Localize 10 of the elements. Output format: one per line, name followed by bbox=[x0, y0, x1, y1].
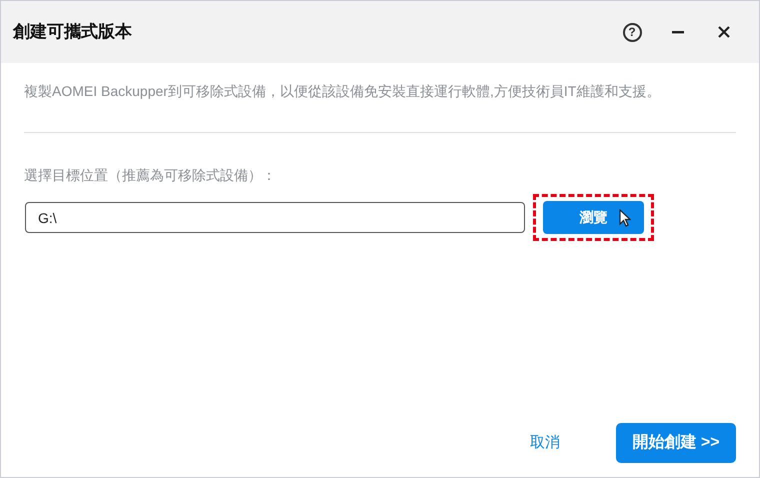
window-title: 創建可攜式版本 bbox=[13, 21, 132, 44]
path-input-field[interactable]: G:\ bbox=[25, 202, 525, 233]
cursor-icon bbox=[619, 209, 631, 227]
description-text: 複製AOMEI Backupper到可移除式設備，以便從該設備免安裝直接運行軟體,方便技術員IT維護和支援。 bbox=[24, 82, 662, 101]
start-button[interactable]: 開始創建 >> bbox=[616, 423, 736, 463]
help-button[interactable]: ? bbox=[609, 12, 655, 52]
cancel-button[interactable]: 取消 bbox=[522, 428, 568, 458]
close-icon bbox=[717, 25, 731, 39]
browse-button[interactable]: 瀏覽 bbox=[543, 201, 644, 234]
target-label: 選擇目標位置（推薦為可移除式設備）： bbox=[24, 166, 277, 185]
